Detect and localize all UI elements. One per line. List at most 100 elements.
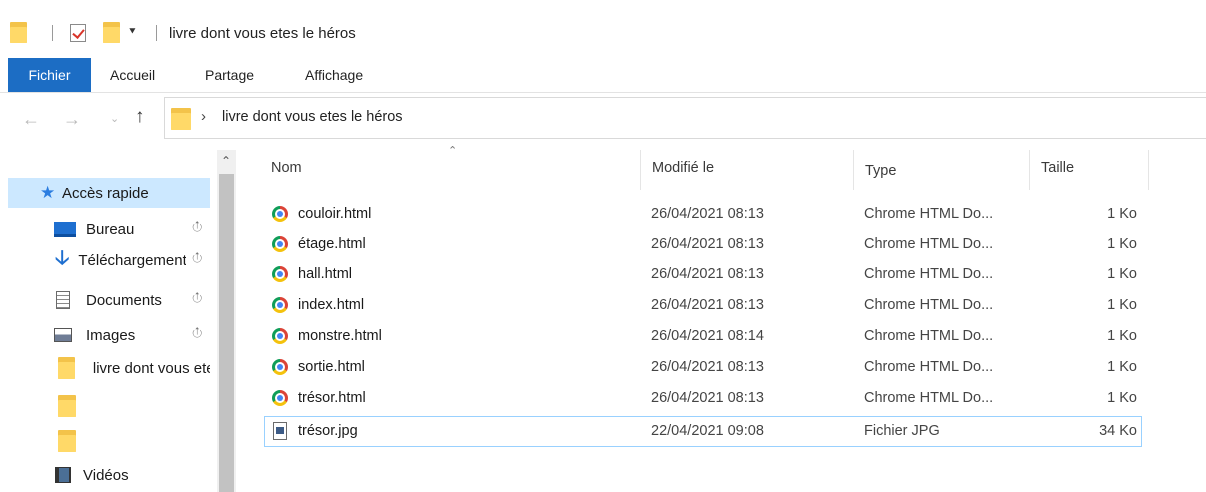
- file-name: sortie.html: [298, 359, 365, 375]
- sidebar-item-documents[interactable]: Documents ⎋: [8, 285, 210, 315]
- file-name: étage.html: [298, 236, 366, 252]
- title-bar: ⯆ livre dont vous etes le héros: [0, 0, 1206, 52]
- back-arrow-icon[interactable]: ←: [22, 109, 40, 130]
- file-row[interactable]: hall.html 26/04/2021 08:13 Chrome HTML D…: [266, 260, 1142, 289]
- file-modified: 26/04/2021 08:13: [651, 236, 764, 252]
- file-type: Chrome HTML Do...: [864, 266, 994, 282]
- tab-accueil[interactable]: Accueil: [110, 58, 155, 92]
- chrome-icon: [272, 390, 288, 406]
- scrollbar-thumb[interactable]: [219, 174, 234, 492]
- quick-access-separator: [52, 25, 53, 41]
- file-row[interactable]: trésor.html 26/04/2021 08:13 Chrome HTML…: [266, 384, 1142, 413]
- file-type: Chrome HTML Do...: [864, 328, 994, 344]
- file-modified: 26/04/2021 08:13: [651, 266, 764, 282]
- ribbon-tabs: Fichier Accueil Partage Affichage: [0, 55, 1206, 92]
- navigation-pane: ⌃ ★ Accès rapide Bureau ⎋ 🡣 Téléchargeme…: [0, 146, 236, 492]
- file-row[interactable]: sortie.html 26/04/2021 08:13 Chrome HTML…: [266, 353, 1142, 382]
- sidebar-item-livre-folder[interactable]: livre dont vous etes le héros: [8, 353, 210, 383]
- column-header-size[interactable]: Taille: [1041, 160, 1074, 176]
- documents-icon: [56, 291, 70, 309]
- column-header-type[interactable]: Type: [865, 163, 896, 179]
- column-divider[interactable]: [1148, 150, 1149, 190]
- file-row[interactable]: étage.html 26/04/2021 08:13 Chrome HTML …: [266, 230, 1142, 259]
- file-size: 1 Ko: [1107, 328, 1137, 344]
- tab-fichier[interactable]: Fichier: [8, 58, 91, 92]
- file-type: Chrome HTML Do...: [864, 236, 994, 252]
- file-row[interactable]: monstre.html 26/04/2021 08:14 Chrome HTM…: [266, 322, 1142, 351]
- file-size: 34 Ko: [1099, 423, 1137, 439]
- file-name: index.html: [298, 297, 365, 313]
- file-row[interactable]: couloir.html 26/04/2021 08:13 Chrome HTM…: [266, 200, 1142, 229]
- recent-locations-chevron-icon[interactable]: ⌄: [110, 112, 119, 125]
- sidebar-item-folder[interactable]: [8, 391, 210, 421]
- file-modified: 26/04/2021 08:13: [651, 297, 764, 313]
- column-divider[interactable]: [853, 150, 854, 190]
- download-arrow-icon: 🡣: [55, 247, 70, 269]
- column-header-name[interactable]: Nom: [271, 160, 302, 176]
- file-row[interactable]: trésor.jpg 22/04/2021 09:08 Fichier JPG …: [264, 416, 1142, 447]
- file-name: couloir.html: [298, 206, 372, 222]
- file-type: Fichier JPG: [864, 423, 940, 439]
- file-name: trésor.html: [298, 390, 366, 406]
- scroll-up-arrow-icon[interactable]: ⌃: [221, 154, 231, 168]
- file-modified: 26/04/2021 08:13: [651, 390, 764, 406]
- breadcrumb-chevron-icon[interactable]: ›: [201, 108, 206, 125]
- navigation-bar: ← → ⌄ ↑ › livre dont vous etes le héros: [0, 93, 1206, 145]
- properties-check-icon[interactable]: [70, 24, 86, 42]
- file-name: trésor.jpg: [298, 423, 358, 439]
- forward-arrow-icon[interactable]: →: [63, 109, 81, 130]
- folder-icon[interactable]: [10, 22, 27, 43]
- file-size: 1 Ko: [1107, 390, 1137, 406]
- folder-icon: [58, 430, 76, 452]
- file-modified: 26/04/2021 08:13: [651, 359, 764, 375]
- file-size: 1 Ko: [1107, 297, 1137, 313]
- customize-toolbar-icon[interactable]: ⯆: [128, 26, 137, 39]
- chrome-icon: [272, 297, 288, 313]
- tab-partage[interactable]: Partage: [205, 58, 254, 92]
- chrome-icon: [272, 236, 288, 252]
- file-size: 1 Ko: [1107, 359, 1137, 375]
- folder-icon: [58, 395, 76, 417]
- file-type: Chrome HTML Do...: [864, 206, 994, 222]
- file-type: Chrome HTML Do...: [864, 390, 994, 406]
- pin-icon[interactable]: ⎋: [188, 290, 206, 307]
- file-modified: 26/04/2021 08:14: [651, 328, 764, 344]
- column-header-modified[interactable]: Modifié le: [652, 160, 714, 176]
- images-icon: [54, 328, 72, 342]
- file-name: monstre.html: [298, 328, 382, 344]
- file-modified: 22/04/2021 09:08: [651, 423, 764, 439]
- jpg-file-icon: [273, 422, 287, 440]
- column-divider[interactable]: [640, 150, 641, 190]
- file-row[interactable]: index.html 26/04/2021 08:13 Chrome HTML …: [266, 291, 1142, 320]
- file-size: 1 Ko: [1107, 236, 1137, 252]
- file-size: 1 Ko: [1107, 206, 1137, 222]
- sidebar-item-folder[interactable]: [8, 426, 210, 456]
- chrome-icon: [272, 328, 288, 344]
- video-icon: [55, 467, 71, 483]
- new-folder-icon[interactable]: [103, 22, 120, 43]
- sidebar-item-bureau[interactable]: Bureau ⎋: [8, 214, 210, 244]
- sidebar-item-videos[interactable]: Vidéos: [8, 460, 210, 490]
- address-bar[interactable]: › livre dont vous etes le héros: [164, 97, 1206, 139]
- breadcrumb-current-folder[interactable]: livre dont vous etes le héros: [222, 109, 403, 125]
- sort-ascending-icon[interactable]: ⌃: [448, 144, 457, 157]
- folder-icon: [58, 357, 75, 379]
- sidebar-item-acces-rapide[interactable]: ★ Accès rapide: [8, 178, 210, 208]
- pin-icon[interactable]: ⎋: [188, 219, 206, 236]
- top-strip: [0, 0, 1206, 8]
- chrome-icon: [272, 266, 288, 282]
- pin-icon[interactable]: ⎋: [188, 325, 206, 342]
- desktop-icon: [54, 221, 76, 237]
- sidebar-item-telechargements[interactable]: 🡣 Téléchargements ⎋: [8, 245, 210, 275]
- star-icon: ★: [40, 183, 56, 202]
- column-divider[interactable]: [1029, 150, 1030, 190]
- file-type: Chrome HTML Do...: [864, 359, 994, 375]
- pin-icon[interactable]: ⎋: [188, 250, 206, 267]
- file-modified: 26/04/2021 08:13: [651, 206, 764, 222]
- tab-affichage[interactable]: Affichage: [305, 58, 363, 92]
- navigation-scrollbar[interactable]: ⌃: [217, 150, 236, 492]
- chrome-icon: [272, 206, 288, 222]
- title-separator: [156, 25, 157, 41]
- sidebar-item-images[interactable]: Images ⎋: [8, 320, 210, 350]
- up-arrow-icon[interactable]: ↑: [135, 106, 145, 128]
